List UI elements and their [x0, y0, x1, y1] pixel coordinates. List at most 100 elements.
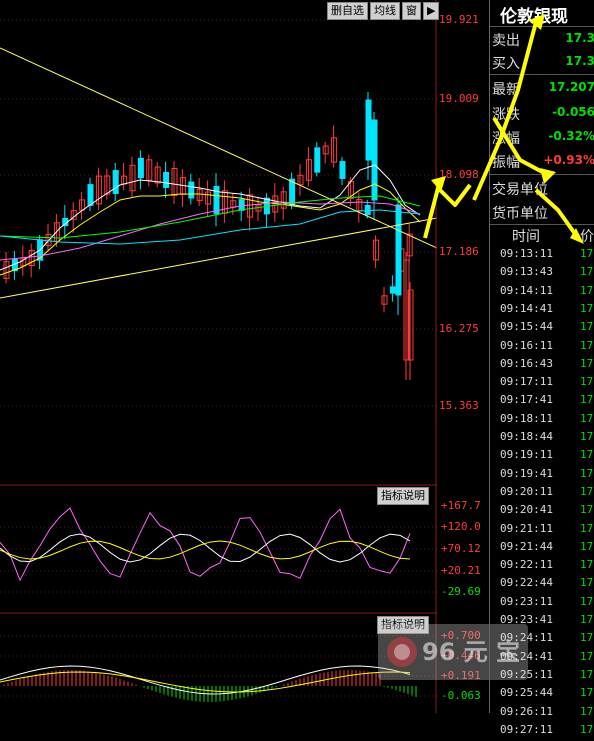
tick-time: 09:21:11 [500, 521, 553, 535]
tick-price: 17 [580, 301, 594, 315]
trade-unit-row: 交易单位 [490, 177, 594, 199]
tick-time: 09:22:11 [500, 558, 553, 572]
ma-cyan-line [0, 209, 421, 245]
indicator2-level: -0.063 [441, 689, 481, 702]
pct-label: 涨幅 [492, 131, 520, 147]
ma-white-line [0, 164, 421, 271]
tick-row: 09:23:11 17 [490, 595, 594, 613]
sell-row: 卖出 17.3 [490, 28, 594, 50]
ticks-time-header: 时间 [512, 229, 540, 245]
candle-body [395, 204, 402, 296]
tick-row: 09:26:11 17 [490, 705, 594, 723]
tick-row: 09:25:11 17 [490, 668, 594, 686]
candle-body [137, 157, 144, 179]
window-button[interactable]: 窗 [402, 2, 421, 20]
tick-time: 09:17:11 [500, 375, 553, 389]
indicator1-lines [0, 507, 411, 582]
tick-row: 09:20:11 17 [490, 485, 594, 503]
tick-price: 17 [580, 247, 594, 260]
indicator1-level: +70.12 [441, 542, 481, 555]
tick-time: 09:20:41 [500, 503, 553, 517]
tick-time: 09:14:11 [500, 283, 553, 297]
indicator1-help-button[interactable]: 指标说明 [377, 487, 429, 505]
indicator1-level: +167.7 [441, 499, 481, 512]
instrument-title: 伦敦银现 [500, 7, 568, 27]
trade-unit-label: 交易单位 [492, 182, 548, 198]
indicator1-level: -29.69 [441, 585, 481, 598]
indicator1-level: +120.0 [441, 520, 481, 533]
candle-body [188, 181, 195, 199]
tick-time: 09:18:44 [500, 430, 553, 443]
price-label: 18.098 [439, 168, 479, 181]
tick-time: 09:20:11 [500, 484, 553, 498]
indicator-gridlines [0, 526, 437, 697]
tick-time: 09:22:44 [500, 576, 553, 590]
delete-self-select-button[interactable]: 删自选 [327, 2, 368, 20]
candle-body [238, 199, 245, 211]
tick-row: 09:25:44 17 [490, 686, 594, 704]
tick-row: 09:14:11 17 [490, 284, 594, 302]
buy-label: 买入 [492, 56, 520, 72]
tick-row: 09:16:43 17 [490, 357, 594, 375]
tick-price: 17 [580, 558, 594, 572]
tick-price: 17 [580, 576, 594, 590]
tick-row: 09:13:43 17 [490, 265, 594, 283]
divider [490, 74, 594, 75]
last-label: 最新 [492, 82, 520, 98]
quote-panel: 伦敦银现 卖出 17.3 买入 17.3 最新 17.207 涨跌 -0.056… [489, 0, 594, 736]
tick-row: 09:17:11 17 [490, 375, 594, 393]
tick-price: 17 [580, 283, 594, 297]
signal-line [0, 533, 411, 563]
price-label: 15.363 [439, 399, 479, 412]
pct-row: 涨幅 -0.32% [490, 126, 594, 148]
currency-unit-row: 货币单位 [490, 201, 594, 223]
tick-price: 17 [580, 430, 594, 443]
tick-price: 17 [580, 722, 594, 736]
tick-price: 17 [580, 320, 594, 334]
ma-button[interactable]: 均线 [370, 2, 400, 20]
indicator1-level: +20.21 [441, 564, 481, 577]
price-axis: 19.921 19.009 18.098 17.186 16.275 15.36… [437, 0, 489, 713]
tick-price: 17 [580, 265, 594, 279]
sell-value: 17.3 [565, 31, 594, 45]
tick-time: 09:21:44 [500, 539, 553, 553]
candlestick-chart[interactable] [0, 0, 438, 713]
tick-row: 09:19:41 17 [490, 467, 594, 485]
tick-time: 09:19:41 [500, 466, 553, 480]
tick-price: 17 [580, 375, 594, 389]
candle-body [365, 99, 372, 161]
buy-row: 买入 17.3 [490, 51, 594, 73]
tick-time: 09:13:11 [500, 247, 553, 260]
indicator2-bars [0, 665, 417, 702]
tick-time: 09:14:41 [500, 301, 553, 315]
tick-time: 09:15:44 [500, 320, 553, 334]
tick-time: 09:19:11 [500, 448, 553, 462]
tick-row: 09:21:11 17 [490, 522, 594, 540]
buy-value: 17.3 [565, 54, 594, 68]
tick-price: 17 [580, 466, 594, 480]
tick-time: 09:24:11 [500, 631, 553, 645]
chart-canvas[interactable] [0, 0, 438, 713]
price-label: 19.009 [439, 92, 479, 105]
tick-price: 17 [580, 448, 594, 462]
tick-row: 09:17:41 17 [490, 393, 594, 411]
tick-row: 09:27:11 17 [490, 723, 594, 741]
tick-price: 17 [580, 667, 594, 681]
tick-row: 09:24:11 17 [490, 631, 594, 649]
candle-body [314, 147, 321, 173]
watermark-logo-icon [387, 637, 417, 667]
tick-time: 09:27:11 [500, 722, 553, 736]
avg-line [0, 540, 411, 560]
tick-price: 17 [580, 521, 594, 535]
tick-time: 09:25:11 [500, 667, 553, 681]
tick-row: 09:16:11 17 [490, 339, 594, 357]
candle-body [163, 171, 170, 189]
tick-row: 09:23:41 17 [490, 613, 594, 631]
tick-price: 17 [580, 393, 594, 407]
tick-price: 17 [580, 484, 594, 498]
tick-time: 09:13:43 [500, 265, 553, 279]
sell-label: 卖出 [492, 33, 520, 49]
tick-row: 09:15:44 17 [490, 320, 594, 338]
price-label: 16.275 [439, 322, 479, 335]
tick-row: 09:19:11 17 [490, 448, 594, 466]
